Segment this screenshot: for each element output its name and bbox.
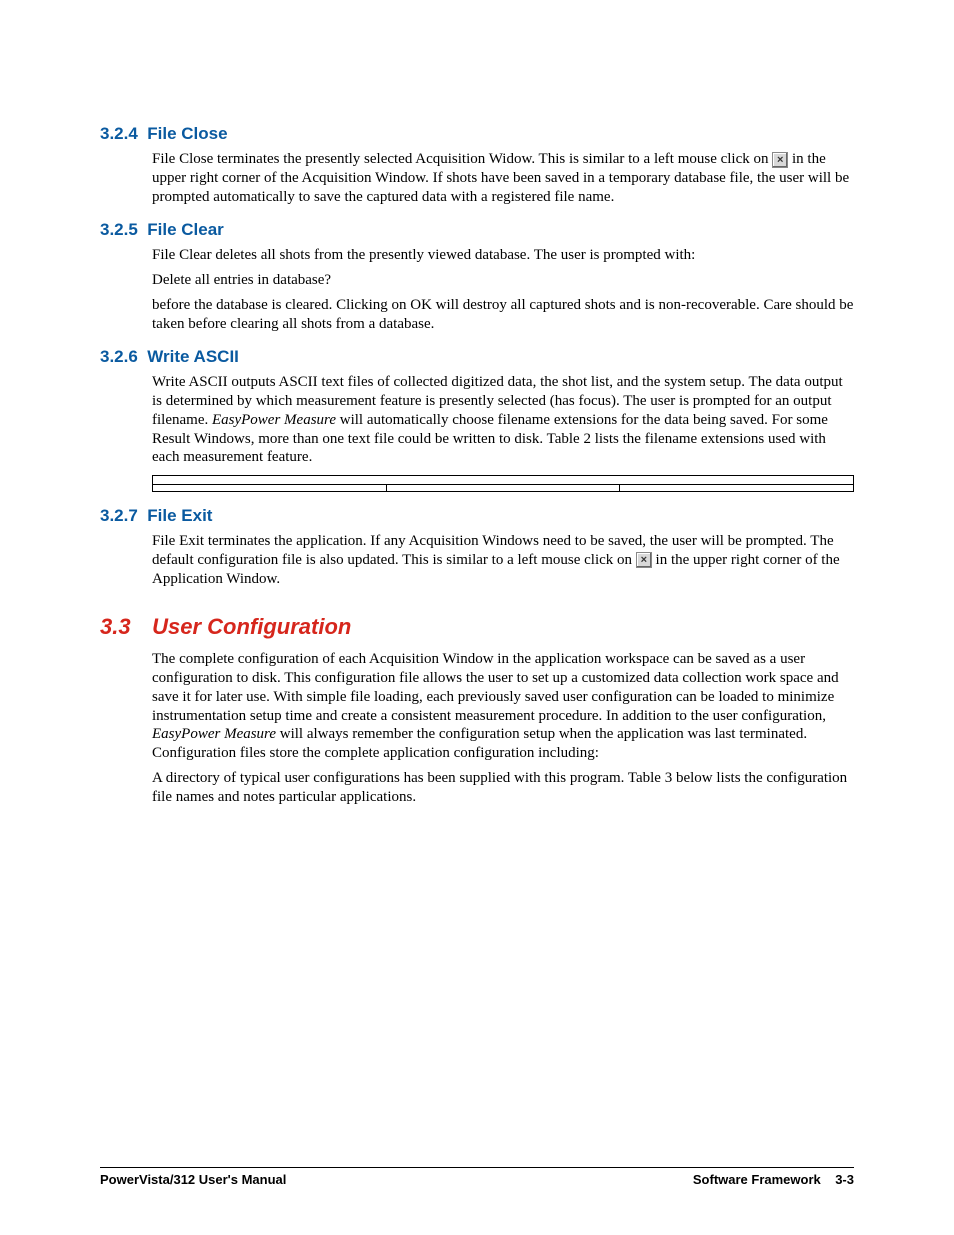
footer-left: PowerVista/312 User's Manual — [100, 1172, 286, 1187]
text: File Close terminates the presently sele… — [152, 151, 772, 167]
heading-3-2-4: 3.2.4 File Close — [100, 124, 854, 144]
table-2 — [152, 475, 854, 492]
paragraph: Delete all entries in database? — [152, 271, 854, 290]
paragraph: Write ASCII outputs ASCII text files of … — [152, 373, 854, 467]
table-header — [386, 485, 620, 492]
footer-page: 3-3 — [835, 1172, 854, 1187]
paragraph: File Close terminates the presently sele… — [152, 150, 854, 206]
heading-number: 3.2.6 — [100, 347, 138, 366]
heading-3-2-6: 3.2.6 Write ASCII — [100, 347, 854, 367]
heading-title: Write ASCII — [147, 347, 239, 366]
body-3-2-4: File Close terminates the presently sele… — [152, 150, 854, 206]
document-page: 3.2.4 File Close File Close terminates t… — [0, 0, 954, 1235]
body-3-2-5: File Clear deletes all shots from the pr… — [152, 246, 854, 333]
close-icon: × — [636, 552, 652, 568]
table-header — [153, 485, 387, 492]
heading-3-2-7: 3.2.7 File Exit — [100, 506, 854, 526]
heading-title: File Exit — [147, 506, 212, 525]
paragraph: A directory of typical user configuratio… — [152, 769, 854, 807]
table-caption — [152, 475, 854, 484]
heading-title: File Close — [147, 124, 227, 143]
table-header-row — [153, 485, 854, 492]
heading-title: User Configuration — [152, 614, 351, 639]
heading-3-3: 3.3 User Configuration — [100, 614, 854, 640]
table-header — [620, 485, 854, 492]
footer-right: Software Framework 3-3 — [693, 1172, 854, 1187]
heading-3-2-5: 3.2.5 File Clear — [100, 220, 854, 240]
paragraph: before the database is cleared. Clicking… — [152, 296, 854, 334]
paragraph: File Exit terminates the application. If… — [152, 532, 854, 588]
emphasis: EasyPower Measure — [152, 726, 276, 742]
heading-title: File Clear — [147, 220, 224, 239]
page-footer: PowerVista/312 User's Manual Software Fr… — [100, 1167, 854, 1187]
body-3-3: The complete configuration of each Acqui… — [152, 650, 854, 806]
heading-number: 3.2.5 — [100, 220, 138, 239]
emphasis: EasyPower Measure — [212, 412, 336, 428]
body-3-2-6: Write ASCII outputs ASCII text files of … — [152, 373, 854, 492]
heading-number: 3.2.4 — [100, 124, 138, 143]
text: The complete configuration of each Acqui… — [152, 651, 839, 723]
heading-number: 3.3 — [100, 614, 146, 640]
close-icon: × — [772, 152, 788, 168]
paragraph: The complete configuration of each Acqui… — [152, 650, 854, 763]
heading-number: 3.2.7 — [100, 506, 138, 525]
body-3-2-7: File Exit terminates the application. If… — [152, 532, 854, 588]
footer-section: Software Framework — [693, 1172, 821, 1187]
paragraph: File Clear deletes all shots from the pr… — [152, 246, 854, 265]
